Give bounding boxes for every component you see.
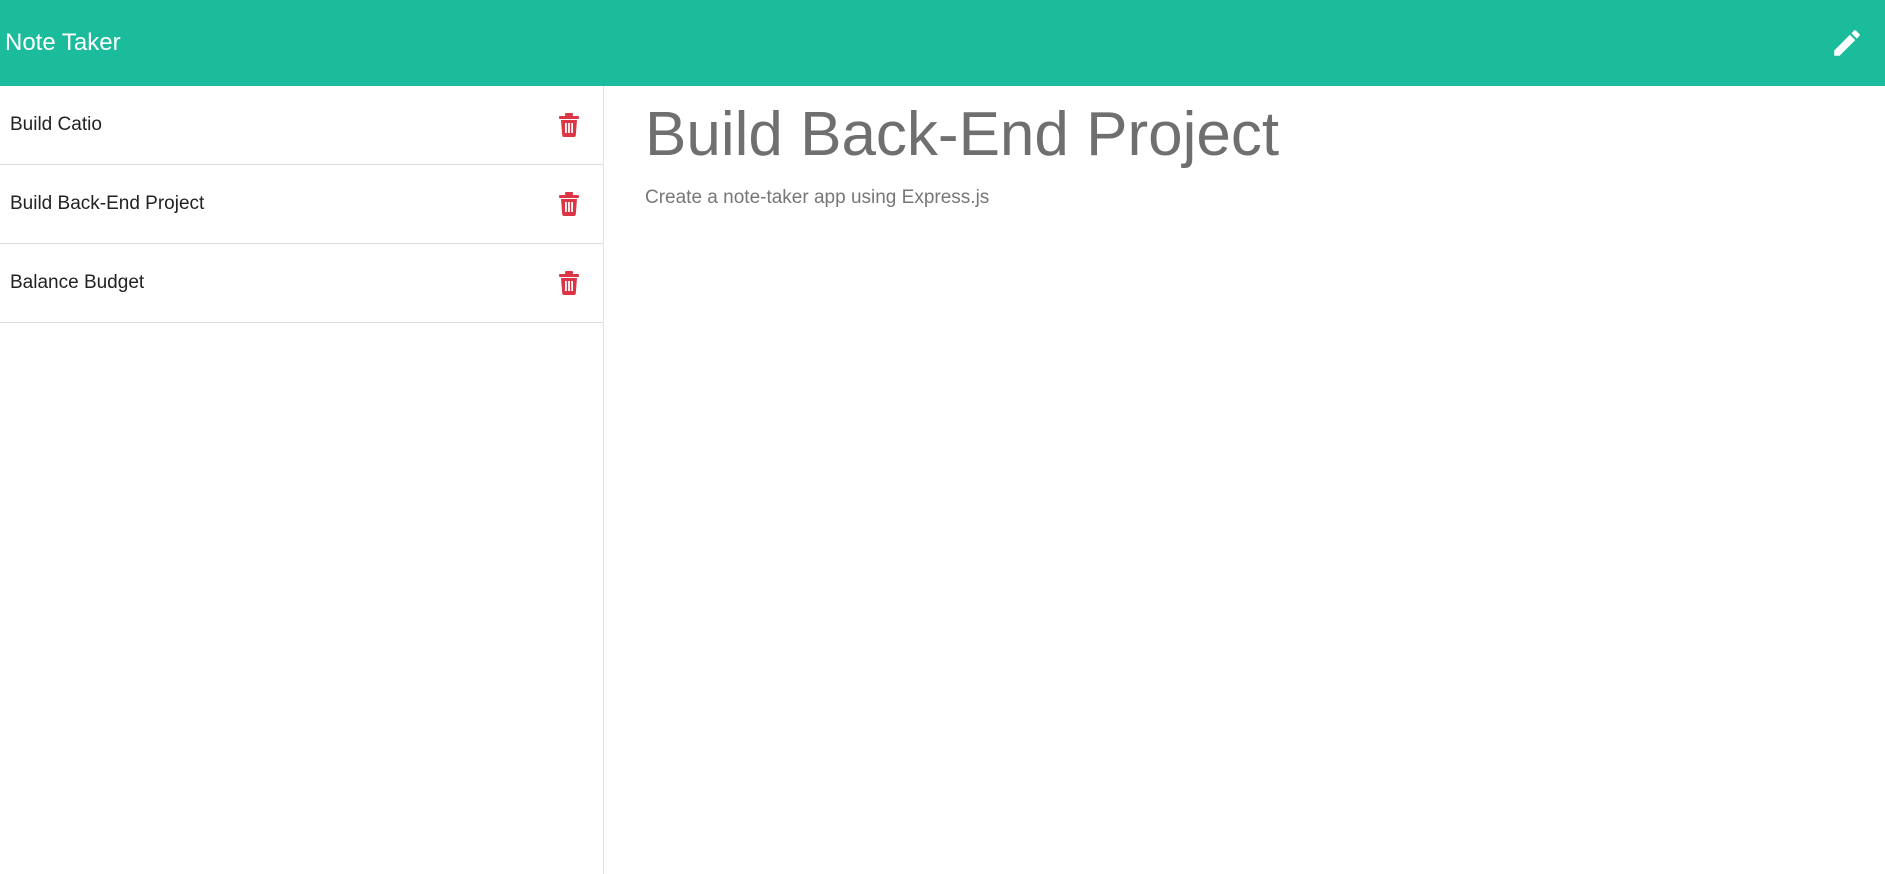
- note-list-item[interactable]: Build Back-End Project: [0, 165, 603, 244]
- note-list-item-title: Build Back-End Project: [10, 193, 205, 214]
- note-list-item[interactable]: Balance Budget: [0, 244, 603, 323]
- trash-icon: [559, 113, 579, 137]
- note-text-field[interactable]: Create a note-taker app using Express.js: [645, 187, 1885, 209]
- note-editor: Build Back-End Project Create a note-tak…: [605, 86, 1885, 874]
- new-note-button[interactable]: [1825, 21, 1869, 65]
- brand-link[interactable]: Note Taker: [0, 29, 121, 57]
- trash-icon: [559, 271, 579, 295]
- delete-note-button[interactable]: [557, 269, 581, 297]
- delete-note-button[interactable]: [557, 190, 581, 218]
- note-title-field[interactable]: Build Back-End Project: [645, 100, 1885, 169]
- note-list-item[interactable]: Build Catio: [0, 86, 603, 165]
- trash-icon: [559, 192, 579, 216]
- note-list-item-title: Build Catio: [10, 114, 102, 135]
- notes-sidebar: Build Catio Build Back-End Project Balan…: [0, 86, 604, 874]
- delete-note-button[interactable]: [557, 111, 581, 139]
- pencil-icon: [1834, 30, 1860, 56]
- navbar: Note Taker: [0, 0, 1885, 86]
- note-list-item-title: Balance Budget: [10, 272, 145, 293]
